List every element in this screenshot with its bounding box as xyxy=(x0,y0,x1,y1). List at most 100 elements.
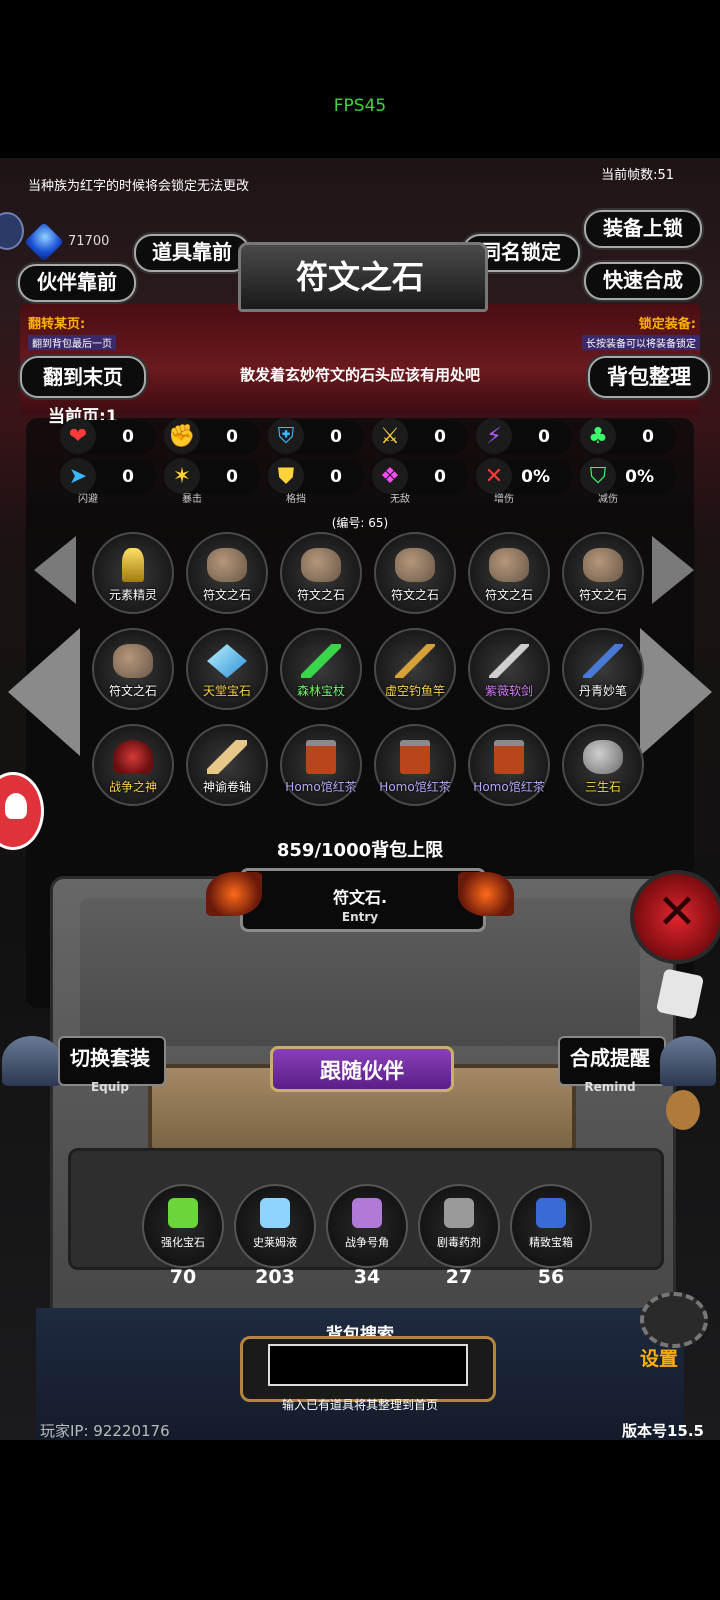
shield-icon: ⛊ xyxy=(268,458,304,494)
lightning-icon: ⚡ xyxy=(476,418,512,454)
prev-page-arrow[interactable] xyxy=(8,628,80,756)
close-button[interactable]: ✕ xyxy=(630,870,720,964)
inventory-slot[interactable]: 三生石 xyxy=(562,724,644,806)
inventory-slot[interactable]: 符文之石 xyxy=(468,532,550,614)
selected-item-sub: Entry xyxy=(341,910,379,924)
stat-value: 0 xyxy=(434,427,446,447)
helmet-icon-right xyxy=(660,1036,716,1086)
stat-value: 0 xyxy=(330,427,342,447)
next-page-arrow-small[interactable] xyxy=(652,536,694,604)
quick-merge-button[interactable]: 快速合成 xyxy=(584,262,702,300)
stat-heart: ❤ 0 xyxy=(60,418,156,454)
crit-icon: ✶ xyxy=(164,458,200,494)
item-label: Homo馆红茶 xyxy=(379,780,451,794)
inventory-slot[interactable]: 符文之石 xyxy=(374,532,456,614)
item-label: 符文之石 xyxy=(484,588,533,602)
prev-page-arrow-small[interactable] xyxy=(34,536,76,604)
stat-crit: ✶ 0 暴击 xyxy=(164,458,260,505)
inventory-slot[interactable]: Homo馆红茶 xyxy=(468,724,550,806)
follow-partner-button[interactable]: 跟随伙伴 xyxy=(270,1046,454,1092)
inventory-slot[interactable]: 符文之石 xyxy=(92,628,174,710)
inventory-slot[interactable]: 战争之神 xyxy=(92,724,174,806)
item-label: 符文之石 xyxy=(296,588,345,602)
gem-count: 71700 xyxy=(68,234,110,249)
flip-title: 翻转某页: xyxy=(28,317,86,332)
selected-item-name: 符文石. xyxy=(332,888,388,907)
inventory-slot[interactable]: 神谕卷轴 xyxy=(186,724,268,806)
chest-icon xyxy=(536,1198,566,1228)
inventory-slot[interactable]: 虚空钓鱼竿 xyxy=(374,628,456,710)
version-label: 版本号15.5 xyxy=(621,1422,704,1440)
green-gem-icon xyxy=(168,1198,198,1228)
stat-value: 0 xyxy=(330,467,342,487)
inventory-slot[interactable]: 元素精灵 xyxy=(92,532,174,614)
fps-counter: FPS45 xyxy=(333,96,387,116)
search-input[interactable] xyxy=(268,1344,468,1386)
bonus-icon[interactable] xyxy=(666,1090,700,1130)
rod-icon xyxy=(395,644,435,678)
inventory-slot[interactable]: 紫薇软剑 xyxy=(468,628,550,710)
material-slot[interactable]: 剧毒药剂 27 xyxy=(418,1184,500,1288)
stat-value: 0 xyxy=(122,467,134,487)
tea-icon xyxy=(400,740,430,774)
inventory-slot[interactable]: 森林宝杖 xyxy=(280,628,362,710)
bag-sort-button[interactable]: 背包整理 xyxy=(588,356,710,398)
go-last-page-button[interactable]: 翻到末页 xyxy=(20,356,146,398)
items-front-button[interactable]: 道具靠前 xyxy=(134,234,250,272)
player-ip: 玩家IP: 92220176 xyxy=(40,1422,170,1440)
bag-capacity: 859/1000背包上限 xyxy=(276,840,444,861)
rock-icon xyxy=(301,548,341,582)
stat-damage-up: ✕ 0% 增伤 xyxy=(476,458,572,505)
helmet-icon-left xyxy=(2,1036,62,1086)
stat-value: 0% xyxy=(625,467,654,487)
item-label: 丹青妙笔 xyxy=(578,684,627,698)
inventory-slot[interactable]: 符文之石 xyxy=(562,532,644,614)
inventory-slot[interactable]: 符文之石 xyxy=(280,532,362,614)
equip-lock-button[interactable]: 装备上锁 xyxy=(584,210,702,248)
inventory-slot[interactable]: 天堂宝石 xyxy=(186,628,268,710)
settings-label[interactable]: 设置 xyxy=(640,1344,678,1371)
item-label: 虚空钓鱼竿 xyxy=(384,684,445,698)
stat-damage-reduce: ⛉ 0% 减伤 xyxy=(580,458,676,505)
material-slot[interactable]: 史莱姆液 203 xyxy=(234,1184,316,1288)
rock-icon xyxy=(395,548,435,582)
person-icon xyxy=(5,793,27,819)
stat-caption: 增伤 xyxy=(494,494,514,505)
merge-remind-sub: Remind xyxy=(584,1080,636,1094)
material-label: 战争号角 xyxy=(345,1236,389,1249)
material-count: 203 xyxy=(255,1266,295,1288)
material-count: 70 xyxy=(169,1266,197,1288)
item-label: 神谕卷轴 xyxy=(202,780,251,794)
sword-icon xyxy=(489,644,529,678)
merge-remind-button[interactable]: 合成提醒 Remind xyxy=(556,1032,718,1094)
rock-icon xyxy=(489,548,529,582)
stat-caption: 无敌 xyxy=(390,494,410,505)
gear-icon[interactable] xyxy=(640,1292,708,1348)
partner-front-button[interactable]: 伙伴靠前 xyxy=(18,264,136,302)
flip-sub: 翻到背包最后一页 xyxy=(28,335,116,350)
item-label: Homo馆红茶 xyxy=(285,780,357,794)
clover-icon: ♣ xyxy=(580,418,616,454)
material-slot[interactable]: 精致宝箱 56 xyxy=(510,1184,592,1288)
inventory-slot[interactable]: 符文之石 xyxy=(186,532,268,614)
material-count: 27 xyxy=(445,1266,473,1288)
frame-count: 当前帧数:51 xyxy=(601,168,674,183)
stat-sword: ⚔ 0 xyxy=(372,418,468,454)
stat-value: 0 xyxy=(434,467,446,487)
inventory-slot[interactable]: 丹青妙笔 xyxy=(562,628,644,710)
armor-icon: ⛨ xyxy=(268,418,304,454)
switch-set-button[interactable]: 切换套装 Equip xyxy=(2,1032,166,1094)
inventory-slot[interactable]: Homo馆红茶 xyxy=(280,724,362,806)
material-count: 56 xyxy=(537,1266,565,1288)
item-label: 符文之石 xyxy=(108,684,157,698)
tea-icon xyxy=(494,740,524,774)
inventory-slot[interactable]: Homo馆红茶 xyxy=(374,724,456,806)
material-slot[interactable]: 强化宝石 70 xyxy=(142,1184,224,1288)
item-label: 符文之石 xyxy=(202,588,251,602)
material-label: 剧毒药剂 xyxy=(437,1236,481,1249)
staff-icon xyxy=(301,644,341,678)
switch-set-sub: Equip xyxy=(90,1080,130,1094)
stat-dodge: ➤ 0 闪避 xyxy=(60,458,156,505)
material-slot[interactable]: 战争号角 34 xyxy=(326,1184,408,1288)
stat-value: 0 xyxy=(122,427,134,447)
